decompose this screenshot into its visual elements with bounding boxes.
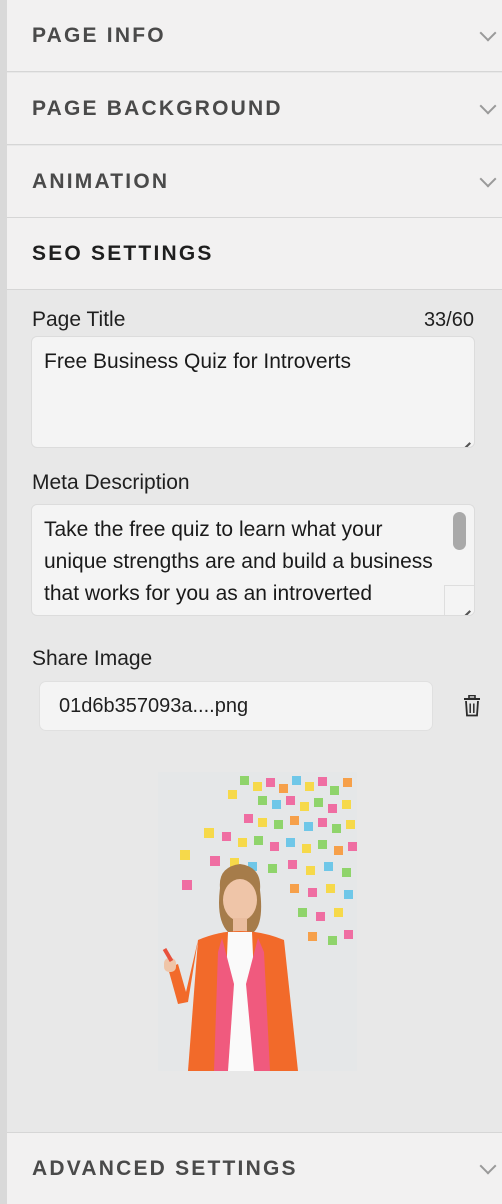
section-title-seo-settings: SEO SETTINGS: [32, 241, 214, 265]
chevron-down-icon: [479, 1157, 497, 1174]
page-title-char-count: 33/60: [423, 309, 474, 331]
chevron-down-icon: [479, 24, 497, 41]
chevron-down-icon: [479, 97, 497, 114]
section-title-page-background: PAGE BACKGROUND: [32, 96, 283, 120]
section-title-animation: ANIMATION: [32, 169, 170, 193]
share-image-preview: [158, 772, 357, 1071]
page-title-label: Page Title: [32, 308, 126, 331]
meta-description-label: Meta Description: [32, 471, 190, 494]
section-advanced-settings[interactable]: ADVANCED SETTINGS: [7, 1132, 502, 1204]
left-gutter: [0, 0, 7, 1204]
trash-icon[interactable]: [463, 695, 481, 717]
share-image-label: Share Image: [32, 647, 153, 670]
meta-description-input[interactable]: Take the free quiz to learn what your un…: [31, 504, 475, 616]
meta-description-scrollbar[interactable]: [453, 512, 466, 550]
resize-handle-icon[interactable]: [457, 598, 471, 612]
section-animation[interactable]: ANIMATION: [7, 146, 502, 218]
chevron-down-icon: [479, 170, 497, 187]
section-seo-settings[interactable]: SEO SETTINGS: [7, 218, 502, 290]
settings-panel: PAGE INFO PAGE BACKGROUND ANIMATION SEO …: [7, 0, 502, 1204]
section-page-background[interactable]: PAGE BACKGROUND: [7, 73, 502, 145]
page-title-text: Free Business Quiz for Introverts: [44, 350, 351, 373]
share-image-filename: 01d6b357093a....png: [59, 694, 249, 717]
meta-description-text: Take the free quiz to learn what your un…: [44, 518, 433, 605]
resize-handle-icon[interactable]: [457, 430, 471, 444]
section-title-page-info: PAGE INFO: [32, 23, 166, 47]
page-title-input[interactable]: Free Business Quiz for Introverts: [31, 336, 475, 448]
section-page-info[interactable]: PAGE INFO: [7, 0, 502, 72]
share-image-file-field[interactable]: 01d6b357093a....png: [39, 681, 433, 731]
section-title-advanced-settings: ADVANCED SETTINGS: [32, 1156, 298, 1180]
